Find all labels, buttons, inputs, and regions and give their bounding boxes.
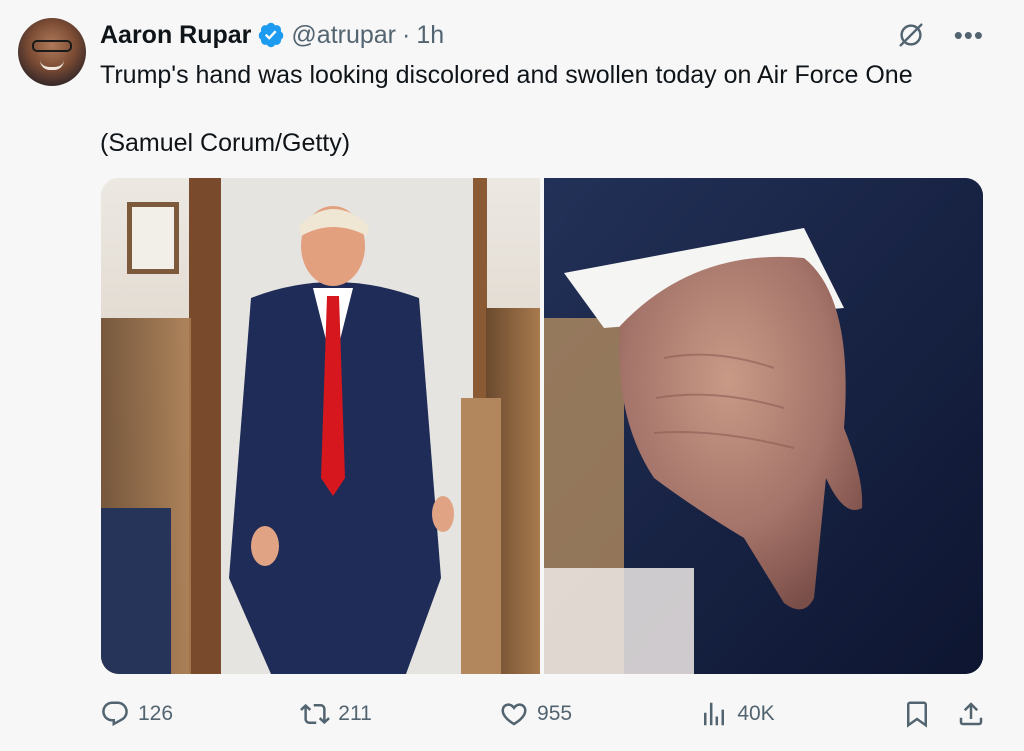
author-handle[interactable]: @atrupar bbox=[291, 21, 396, 50]
views-icon bbox=[704, 702, 725, 726]
timestamp[interactable]: 1h bbox=[416, 21, 444, 50]
media-grid[interactable] bbox=[101, 178, 983, 674]
share-icon[interactable] bbox=[956, 699, 986, 729]
avatar-glasses bbox=[32, 40, 72, 52]
verified-icon bbox=[259, 22, 284, 48]
tweet-body: Trump's hand was looking discolored and … bbox=[100, 61, 913, 89]
photo-1-illustration bbox=[101, 178, 540, 674]
avatar[interactable] bbox=[18, 18, 86, 86]
bookmark-icon[interactable] bbox=[902, 699, 932, 729]
author-name[interactable]: Aaron Rupar bbox=[100, 21, 251, 50]
repost-count: 211 bbox=[338, 702, 372, 725]
tweet-text: Trump's hand was looking discolored and … bbox=[100, 58, 980, 157]
views-count: 40K bbox=[737, 702, 775, 725]
right-actions bbox=[902, 699, 986, 729]
repost-icon bbox=[300, 703, 331, 725]
heart-icon bbox=[501, 703, 527, 726]
like-count: 955 bbox=[537, 702, 573, 725]
reply-count: 126 bbox=[138, 702, 174, 725]
header-actions: ••• bbox=[896, 18, 984, 52]
repost-button[interactable]: 211 bbox=[300, 699, 372, 729]
grok-icon[interactable] bbox=[896, 20, 926, 50]
media-photo-1[interactable] bbox=[101, 178, 540, 674]
like-button[interactable]: 955 bbox=[499, 699, 572, 729]
tweet: Aaron Rupar @atrupar · 1h ••• Trump's ha… bbox=[0, 0, 1024, 751]
photo-credit: (Samuel Corum/Getty) bbox=[100, 129, 351, 157]
tweet-actions: 126 211 955 40K bbox=[100, 694, 986, 734]
tweet-header: Aaron Rupar @atrupar · 1h bbox=[100, 18, 444, 52]
photo-2-illustration bbox=[544, 178, 983, 674]
avatar-smile bbox=[40, 60, 64, 70]
reply-icon bbox=[102, 701, 128, 727]
separator-dot: · bbox=[402, 20, 411, 49]
reply-button[interactable]: 126 bbox=[100, 699, 173, 729]
media-photo-2[interactable] bbox=[544, 178, 983, 674]
views-button[interactable]: 40K bbox=[699, 699, 775, 729]
more-icon[interactable]: ••• bbox=[954, 22, 984, 48]
